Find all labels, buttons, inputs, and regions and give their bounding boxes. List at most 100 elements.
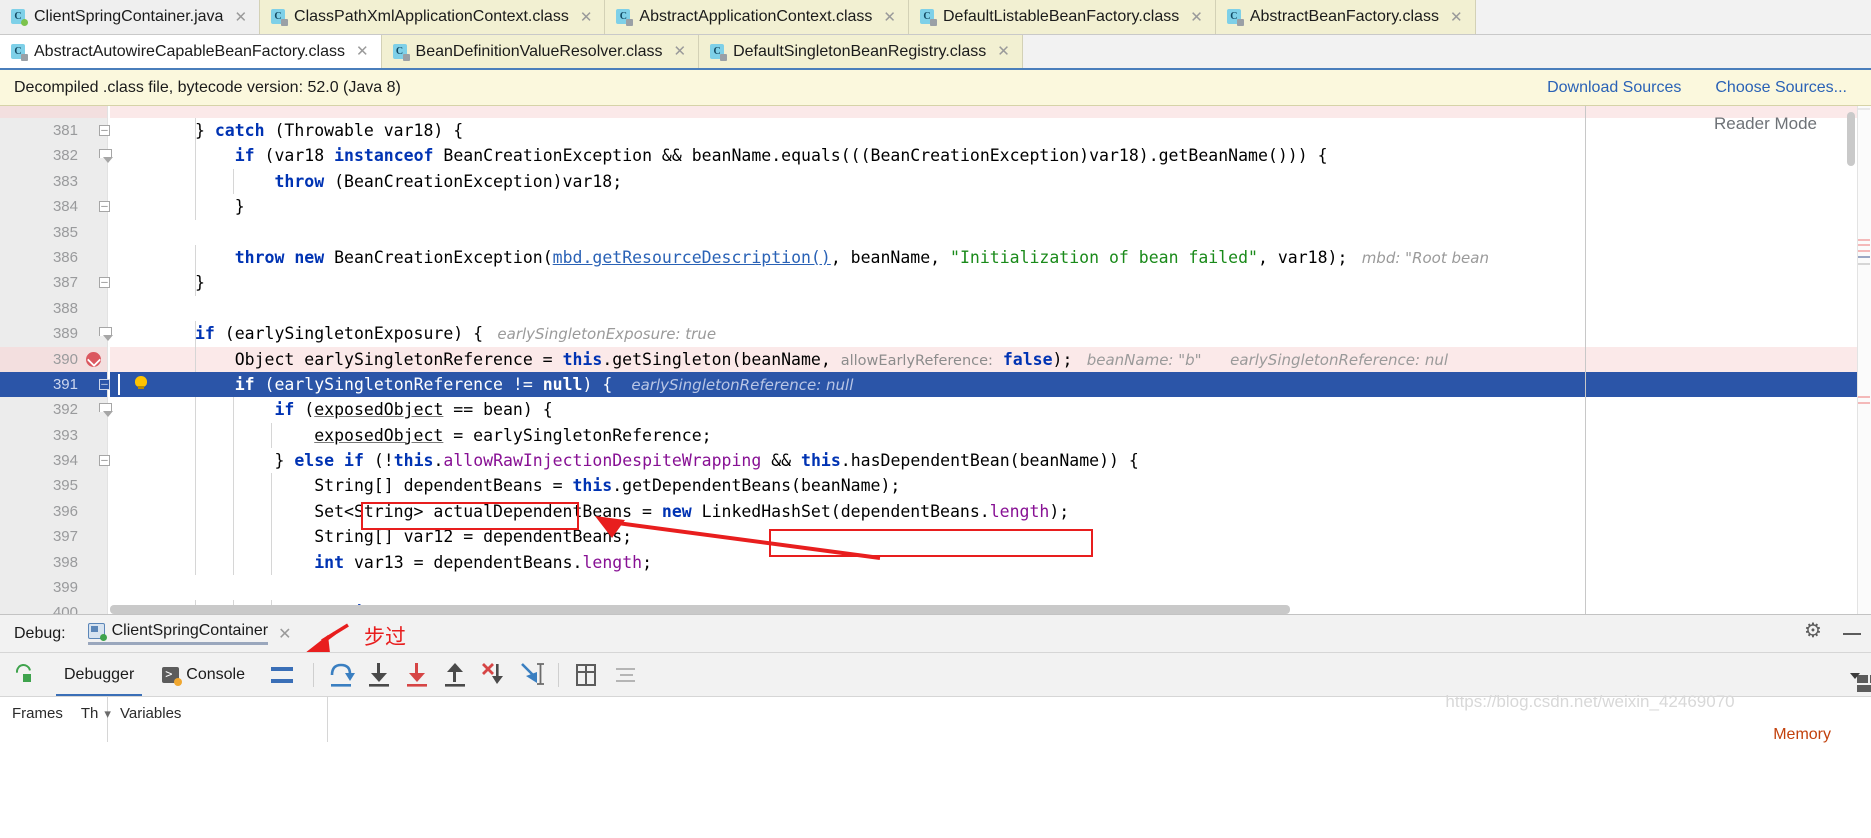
editor-tab-abstract-bean-factory[interactable]: C AbstractBeanFactory.class ✕: [1215, 0, 1476, 34]
java-class-file-icon: C: [11, 9, 28, 26]
table-row[interactable]: 392 if (exposedObject == bean) {: [0, 397, 1871, 423]
close-icon[interactable]: ✕: [997, 44, 1010, 59]
table-row[interactable]: 383 throw (BeanCreationException)var18;: [0, 168, 1871, 195]
run-to-cursor-button[interactable]: [512, 656, 550, 694]
download-sources-link[interactable]: Download Sources: [1547, 79, 1681, 97]
reader-mode-badge[interactable]: Reader Mode: [1714, 114, 1817, 134]
table-row[interactable]: 399: [0, 575, 1871, 601]
line-number: 396: [52, 502, 78, 520]
fold-collapse-icon[interactable]: ─: [99, 378, 110, 390]
close-icon[interactable]: ✕: [580, 10, 593, 25]
table-row[interactable]: 382 if (var18 instanceof BeanCreationExc…: [0, 143, 1871, 169]
drop-frame-button[interactable]: [474, 656, 512, 694]
tab-console[interactable]: > Console: [148, 653, 259, 697]
table-row[interactable]: 381 ─ } catch (Throwable var18) {: [0, 118, 1871, 144]
editor-tab-classpath-xml-application-context[interactable]: C ClassPathXmlApplicationContext.class ✕: [260, 0, 606, 34]
table-row[interactable]: 387 ─ }: [0, 270, 1871, 296]
close-icon[interactable]: ✕: [674, 44, 687, 59]
rerun-button[interactable]: [8, 658, 42, 692]
force-step-into-button[interactable]: [398, 656, 436, 694]
close-icon[interactable]: ✕: [1190, 10, 1203, 25]
editor-tab-bar-row-1[interactable]: C ClientSpringContainer.java ✕ C ClassPa…: [0, 0, 1871, 35]
code-text: String[] var12 = dependentBeans;: [110, 524, 1871, 550]
fold-collapse-icon[interactable]: ─: [99, 125, 110, 136]
variables-panel[interactable]: Variables: [108, 697, 328, 742]
breakpoint-icon[interactable]: [86, 351, 101, 367]
table-row[interactable]: 393 exposedObject = earlySingletonRefere…: [0, 422, 1871, 449]
debug-tool-window-header[interactable]: Debug: ClientSpringContainer ✕ 步过: [0, 614, 1871, 657]
table-row[interactable]: 388: [0, 295, 1871, 322]
minimize-icon[interactable]: [1843, 632, 1861, 635]
fold-end-icon[interactable]: [99, 149, 113, 164]
debug-panels[interactable]: Frames Th ▾ Variables https://blog.csdn.…: [0, 692, 1871, 744]
layout-lines-icon[interactable]: [270, 666, 293, 683]
class-file-icon: C: [271, 9, 289, 26]
line-number: 387: [52, 274, 78, 292]
error-stripe-gutter[interactable]: [1857, 106, 1871, 614]
toolbar-divider: [312, 662, 314, 687]
editor-horizontal-scrollbar[interactable]: [110, 605, 1290, 614]
choose-sources-link[interactable]: Choose Sources...: [1715, 79, 1847, 97]
table-row[interactable]: 394 ─ } else if (!this.allowRawInjection…: [0, 448, 1871, 474]
code-lines[interactable]: 381 ─ } catch (Throwable var18) { 382 if…: [0, 106, 1871, 614]
table-row[interactable]: 398 int var13 = dependentBeans.length;: [0, 549, 1871, 576]
gear-icon[interactable]: [1804, 621, 1822, 642]
code-text: exposedObject = earlySingletonReference;: [110, 422, 1871, 449]
close-icon[interactable]: ✕: [234, 10, 247, 25]
close-icon[interactable]: ✕: [278, 624, 291, 644]
class-file-icon: C: [919, 9, 937, 26]
close-icon[interactable]: ✕: [356, 44, 369, 59]
step-over-button[interactable]: [322, 656, 360, 694]
step-into-button[interactable]: [360, 656, 398, 694]
debug-session-tab[interactable]: ClientSpringContainer: [87, 622, 269, 645]
tab-label: DefaultSingletonBeanRegistry.class: [733, 42, 987, 60]
line-number: 384: [52, 198, 78, 216]
line-number: 383: [52, 172, 78, 190]
debug-label: Debug:: [14, 624, 66, 642]
tab-label: AbstractApplicationContext.class: [639, 8, 873, 25]
fold-collapse-icon[interactable]: ─: [99, 277, 110, 289]
fold-collapse-icon[interactable]: ─: [99, 455, 110, 467]
table-row-executed[interactable]: 390 Object earlySingletonReference = thi…: [0, 346, 1871, 374]
editor-tab-default-listable-bean-factory[interactable]: C DefaultListableBeanFactory.class ✕: [908, 0, 1216, 34]
tab-debugger[interactable]: Debugger: [50, 653, 148, 697]
editor-tab-bean-definition-value-resolver[interactable]: C BeanDefinitionValueResolver.class ✕: [381, 35, 700, 68]
table-row[interactable]: 384 ─ }: [0, 194, 1871, 220]
editor-tab-abstract-application-context[interactable]: C AbstractApplicationContext.class ✕: [605, 0, 909, 34]
code-editor[interactable]: Reader Mode 381 ─ } catch (Throwable var…: [0, 106, 1871, 614]
code-text: }: [110, 194, 1871, 220]
line-number: 382: [52, 147, 78, 165]
line-number: 397: [52, 528, 78, 546]
code-text: }: [110, 270, 1871, 296]
table-row[interactable]: 389 if (earlySingletonExposure) { earlyS…: [0, 321, 1871, 348]
fold-end-icon[interactable]: [99, 403, 113, 418]
settings-filter-button[interactable]: [611, 660, 641, 690]
table-row[interactable]: 386 throw new BeanCreationException(mbd.…: [0, 244, 1871, 272]
table-row[interactable]: 395 String[] dependentBeans = this.getDe…: [0, 473, 1871, 499]
code-text: throw new BeanCreationException(mbd.getR…: [110, 244, 1871, 272]
table-row[interactable]: 396 Set<String> actualDependentBeans = n…: [0, 498, 1871, 525]
editor-tab-bar-row-2[interactable]: C AbstractAutowireCapableBeanFactory.cla…: [0, 35, 1871, 70]
code-text: if (exposedObject == bean) {: [110, 397, 1871, 423]
table-row[interactable]: 385: [0, 219, 1871, 245]
editor-tab-abstract-autowire-capable-bean-factory[interactable]: C AbstractAutowireCapableBeanFactory.cla…: [0, 35, 382, 68]
fold-collapse-icon[interactable]: ─: [99, 201, 110, 213]
editor-tab-client-spring-container[interactable]: C ClientSpringContainer.java ✕: [0, 0, 261, 34]
memory-indicator[interactable]: Memory: [1773, 726, 1831, 744]
code-text: throw (BeanCreationException)var18;: [110, 168, 1871, 195]
line-number: 400: [52, 604, 78, 614]
evaluate-expression-button[interactable]: [571, 660, 601, 690]
watermark-text: https://blog.csdn.net/weixin_42469070: [1445, 692, 1735, 711]
editor-tab-default-singleton-bean-registry[interactable]: C DefaultSingletonBeanRegistry.class ✕: [699, 35, 1023, 68]
table-row[interactable]: 397 String[] var12 = dependentBeans;: [0, 524, 1871, 550]
fold-end-icon[interactable]: [99, 327, 113, 342]
editor-vertical-scrollbar[interactable]: [1847, 112, 1855, 166]
close-icon[interactable]: ✕: [1450, 10, 1463, 25]
table-row-current-line[interactable]: 391 ─ if (earlySingletonReference != nul…: [0, 371, 1871, 398]
class-file-icon: C: [392, 43, 410, 61]
frames-panel[interactable]: Frames Th ▾: [0, 697, 111, 742]
step-out-button[interactable]: [436, 656, 474, 694]
close-icon[interactable]: ✕: [883, 10, 896, 25]
debug-toolbar[interactable]: Debugger > Console: [0, 652, 1871, 697]
tab-bar-filler: [1475, 0, 1871, 34]
